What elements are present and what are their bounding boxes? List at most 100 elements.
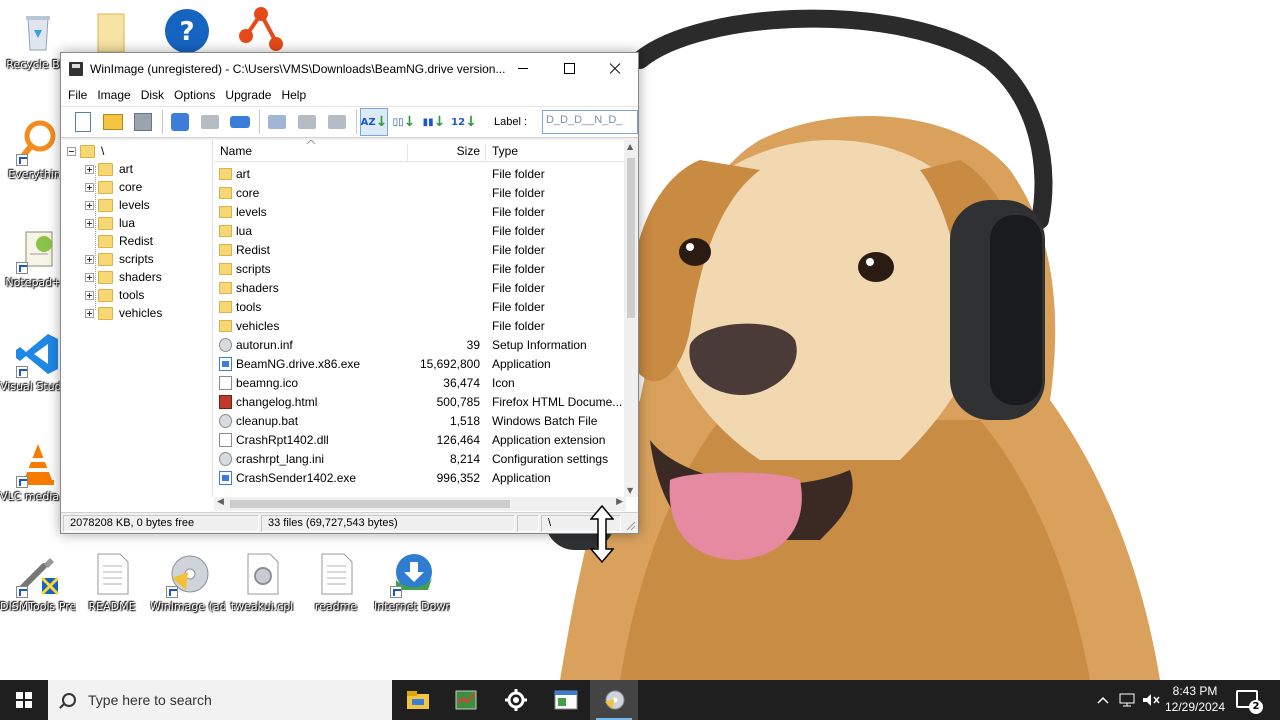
expand-icon[interactable]	[85, 290, 94, 300]
menu-upgrade[interactable]: Upgrade	[220, 88, 276, 102]
expand-icon[interactable]	[85, 182, 94, 192]
file-row[interactable]: scripts File folder	[214, 260, 626, 279]
folder-icon	[98, 162, 113, 176]
cpl-file-icon	[238, 550, 286, 598]
file-row[interactable]: beamng.ico 36,474 Icon	[214, 374, 626, 393]
vertical-scroll-thumb[interactable]	[627, 158, 635, 318]
expand-icon[interactable]	[85, 254, 94, 264]
menu-help[interactable]: Help	[276, 88, 311, 102]
tray-overflow-chevron-icon[interactable]	[1092, 680, 1114, 720]
minimize-button[interactable]	[500, 53, 546, 84]
file-row[interactable]: levels File folder	[214, 203, 626, 222]
scroll-down-arrow-icon[interactable]: ▼	[627, 486, 633, 495]
taskbar-file-explorer[interactable]	[394, 680, 442, 720]
taskbar-settings[interactable]	[492, 680, 540, 720]
file-row[interactable]: crashrpt_lang.ini 8,214 Configuration sett…	[214, 450, 626, 469]
scroll-right-arrow-icon[interactable]: ▶	[616, 497, 623, 507]
expand-icon[interactable]	[85, 218, 94, 228]
folder-tree[interactable]: \ art core levels lua Redist scripts shaders to…	[61, 140, 213, 514]
taskbar-notepad[interactable]	[542, 680, 590, 720]
read-disk-button[interactable]	[166, 108, 194, 136]
desktop-icon-idm[interactable]: Internet Downlo...	[374, 550, 450, 614]
scroll-left-arrow-icon[interactable]: ◀	[217, 497, 224, 507]
expand-icon[interactable]	[85, 200, 94, 210]
desktop-icon-winimage[interactable]: WinImage (administra...	[150, 550, 226, 614]
start-button[interactable]	[0, 680, 48, 720]
save-image-button[interactable]	[129, 108, 157, 136]
tree-item[interactable]: tools	[85, 286, 144, 304]
file-row[interactable]: autorun.inf 39 Setup Information	[214, 336, 626, 355]
expand-icon[interactable]	[85, 272, 94, 282]
menu-disk[interactable]: Disk	[136, 88, 169, 102]
menu-file[interactable]: File	[63, 88, 92, 102]
column-header-name[interactable]: Name	[220, 144, 252, 158]
expand-icon[interactable]	[85, 164, 94, 174]
file-row[interactable]: core File folder	[214, 184, 626, 203]
file-row[interactable]: Redist File folder	[214, 241, 626, 260]
file-row[interactable]: vehicles File folder	[214, 317, 626, 336]
check-all-button[interactable]	[323, 108, 351, 136]
volume-label-field[interactable]: D_D_D__N_D_	[542, 110, 638, 134]
undo-button[interactable]	[196, 108, 224, 136]
desktop-icon-help-partial[interactable]: ?	[164, 8, 210, 53]
taskbar-winimage[interactable]	[590, 680, 638, 720]
file-row[interactable]: tools File folder	[214, 298, 626, 317]
desktop-icon-network-partial[interactable]	[236, 6, 286, 52]
file-row[interactable]: lua File folder	[214, 222, 626, 241]
collapse-icon[interactable]	[67, 146, 76, 156]
copy-button[interactable]	[263, 108, 291, 136]
shortcut-arrow-icon	[16, 476, 28, 488]
tree-root[interactable]: \	[67, 142, 104, 160]
sort-by-date-button[interactable]: 12 ↓	[450, 108, 478, 136]
title-bar[interactable]: WinImage (unregistered) - C:\Users\VMS\D…	[61, 53, 638, 84]
tree-item[interactable]: core	[85, 178, 142, 196]
column-separator[interactable]	[485, 144, 486, 162]
file-list[interactable]: Name Size Type art File folder core File fo…	[214, 140, 626, 514]
file-row[interactable]: CrashRpt1402.dll 126,464 Application exten…	[214, 431, 626, 450]
horizontal-scroll-thumb[interactable]	[230, 500, 510, 508]
winimage-window[interactable]: WinImage (unregistered) - C:\Users\VMS\D…	[60, 52, 639, 534]
column-header-size[interactable]: Size	[457, 144, 480, 158]
sort-by-size-button[interactable]: ▮▮ ↓	[420, 108, 448, 136]
close-button[interactable]	[592, 53, 638, 84]
maximize-button[interactable]	[546, 53, 592, 84]
desktop-icon-folder-partial[interactable]	[96, 10, 126, 53]
tree-item[interactable]: levels	[85, 196, 150, 214]
taskbar-search-box[interactable]: Type here to search	[48, 680, 392, 720]
open-image-button[interactable]	[99, 108, 127, 136]
desktop-icon-tweakui[interactable]: tweakui.cpl	[224, 550, 300, 614]
clock[interactable]: 8:43 PM 12/29/2024	[1160, 683, 1230, 715]
tree-item[interactable]: art	[85, 160, 133, 178]
column-header-type[interactable]: Type	[492, 144, 518, 158]
taskbar-task-manager[interactable]	[442, 680, 490, 720]
volume-muted-icon[interactable]	[1140, 680, 1162, 720]
tree-item[interactable]: vehicles	[85, 304, 162, 322]
new-image-button[interactable]	[69, 108, 97, 136]
desktop-icon-dismtools[interactable]: DISMTools Preview	[0, 550, 76, 614]
tree-item[interactable]: shaders	[85, 268, 162, 286]
menu-image[interactable]: Image	[92, 88, 135, 102]
sort-by-name-button[interactable]: AZ ↓	[360, 108, 388, 136]
file-row[interactable]: cleanup.bat 1,518 Windows Batch File	[214, 412, 626, 431]
desktop-icon-readme-upper[interactable]: README	[74, 550, 150, 614]
select-button[interactable]	[226, 108, 254, 136]
resize-grip-icon[interactable]	[626, 521, 636, 531]
tree-item[interactable]: Redist	[85, 232, 153, 250]
horizontal-scrollbar[interactable]: ◀ ▶	[214, 497, 626, 511]
vertical-scrollbar[interactable]: ▲ ▼	[624, 140, 638, 497]
file-row[interactable]: BeamNG.drive.x86.exe 15,692,800 Applicatio…	[214, 355, 626, 374]
file-row[interactable]: changelog.html 500,785 Firefox HTML Docume…	[214, 393, 626, 412]
menu-options[interactable]: Options	[169, 88, 220, 102]
scroll-up-arrow-icon[interactable]: ▲	[627, 142, 633, 151]
check-button[interactable]	[293, 108, 321, 136]
expand-icon[interactable]	[85, 308, 94, 318]
file-row[interactable]: art File folder	[214, 165, 626, 184]
file-row[interactable]: CrashSender1402.exe 996,352 Application	[214, 469, 626, 488]
tree-item[interactable]: scripts	[85, 250, 154, 268]
column-separator[interactable]	[407, 144, 408, 162]
network-icon[interactable]	[1116, 680, 1138, 720]
sort-by-type-button[interactable]: ▯▯ ↓	[390, 108, 418, 136]
tree-item[interactable]: lua	[85, 214, 135, 232]
desktop-icon-readme-lower[interactable]: readme	[298, 550, 374, 614]
file-row[interactable]: shaders File folder	[214, 279, 626, 298]
